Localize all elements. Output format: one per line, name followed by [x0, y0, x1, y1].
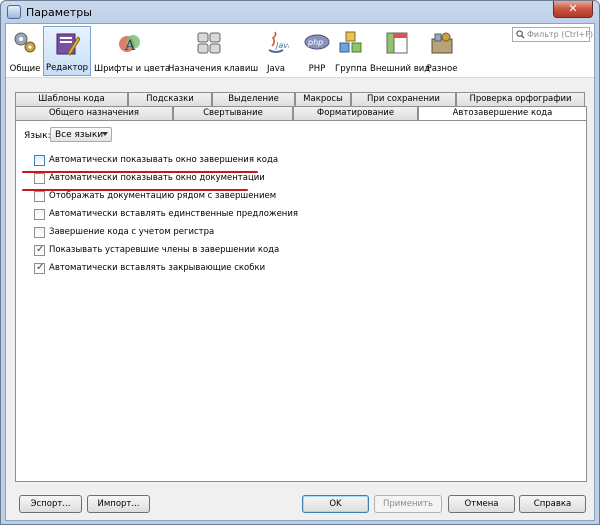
help-button[interactable]: Справка — [519, 495, 586, 513]
checkbox-insert-closing-brackets[interactable]: ✓ — [34, 262, 45, 274]
category-general[interactable]: Общие — [8, 26, 42, 76]
tab-hints[interactable]: Подсказки — [128, 92, 212, 106]
tabs-area: Шаблоны кода Подсказки Выделение Макросы… — [15, 92, 587, 482]
java-icon: Java — [268, 31, 289, 53]
tab-code-completion[interactable]: Автозавершение кода — [418, 106, 587, 121]
category-group[interactable]: Группа — [334, 26, 368, 76]
editor-icon — [56, 33, 80, 56]
category-appearance[interactable]: Внешний вид — [370, 26, 430, 76]
checkbox-docs-beside-completion[interactable] — [34, 191, 45, 202]
svg-text:A: A — [124, 38, 136, 54]
cancel-button[interactable]: Отмена — [448, 495, 515, 513]
tab-general-purpose[interactable]: Общего назначения — [15, 106, 173, 120]
title-bar[interactable]: Параметры ✕ — [1, 1, 599, 23]
code-completion-panel: Язык: Все языки Автоматически показывать… — [15, 120, 587, 482]
category-fonts-colors[interactable]: A Шрифты и цвета — [94, 26, 170, 76]
dialog-footer: Эспорт... Импорт... OK Применить Отмена … — [6, 482, 594, 520]
category-editor[interactable]: Редактор — [43, 26, 91, 76]
tab-highlighting[interactable]: Выделение — [212, 92, 295, 106]
misc-icon — [431, 32, 453, 54]
filter-search-field[interactable]: Фильтр (Ctrl+F) — [512, 27, 593, 42]
window-title: Параметры — [26, 6, 92, 19]
tab-on-save[interactable]: При сохранении — [351, 92, 456, 106]
tab-row-front: Общего назначения Свертывание Форматиров… — [15, 106, 587, 121]
ok-button[interactable]: OK — [302, 495, 369, 513]
tab-macros[interactable]: Макросы — [295, 92, 351, 106]
checkbox-auto-popup-completion[interactable] — [34, 155, 45, 166]
php-icon: php — [304, 34, 330, 50]
category-php[interactable]: php PHP — [302, 26, 332, 76]
svg-text:php: php — [307, 38, 323, 47]
language-dropdown-value: Все языки — [55, 130, 104, 140]
checkmark-icon: ✓ — [36, 262, 45, 273]
gears-icon — [14, 32, 36, 53]
tab-formatting[interactable]: Форматирование — [293, 106, 418, 120]
close-button[interactable]: ✕ — [553, 1, 593, 18]
category-keymap[interactable]: Назначения клавиш — [168, 26, 258, 76]
checkbox-show-deprecated[interactable]: ✓ — [34, 244, 45, 256]
category-java[interactable]: Java Java — [253, 26, 299, 76]
tab-folding[interactable]: Свертывание — [173, 106, 293, 120]
tab-code-templates[interactable]: Шаблоны кода — [15, 92, 128, 106]
category-misc[interactable]: Разное — [425, 26, 459, 76]
client-area: Общие Редактор A Шрифты и цвета Назначен… — [5, 23, 595, 521]
language-dropdown[interactable]: Все языки — [50, 127, 112, 142]
export-button[interactable]: Эспорт... — [19, 495, 82, 513]
checkbox-insert-single-proposals[interactable] — [34, 209, 45, 220]
checkbox-case-sensitive[interactable] — [34, 227, 45, 238]
checkbox-auto-popup-docs[interactable] — [34, 173, 45, 184]
apply-button[interactable]: Применить — [374, 495, 442, 513]
svg-text:Java: Java — [274, 41, 289, 50]
language-label: Язык: — [24, 131, 51, 141]
fonts-colors-icon: A — [119, 35, 140, 54]
import-button[interactable]: Импорт... — [87, 495, 150, 513]
chevron-down-icon — [102, 132, 108, 136]
app-icon — [7, 5, 21, 19]
filter-placeholder: Фильтр (Ctrl+F) — [527, 30, 593, 39]
keyboard-icon — [197, 32, 221, 54]
search-icon — [516, 30, 525, 39]
category-toolbar: Общие Редактор A Шрифты и цвета Назначен… — [6, 24, 594, 78]
appearance-icon — [386, 32, 408, 54]
tab-row-back: Шаблоны кода Подсказки Выделение Макросы… — [15, 92, 587, 106]
options-window: Параметры ✕ Общие Редактор A Шрифты и цв… — [0, 0, 600, 525]
tab-spellcheck[interactable]: Проверка орфографии — [456, 92, 585, 106]
group-icon — [339, 31, 362, 53]
checkmark-icon: ✓ — [36, 244, 45, 255]
